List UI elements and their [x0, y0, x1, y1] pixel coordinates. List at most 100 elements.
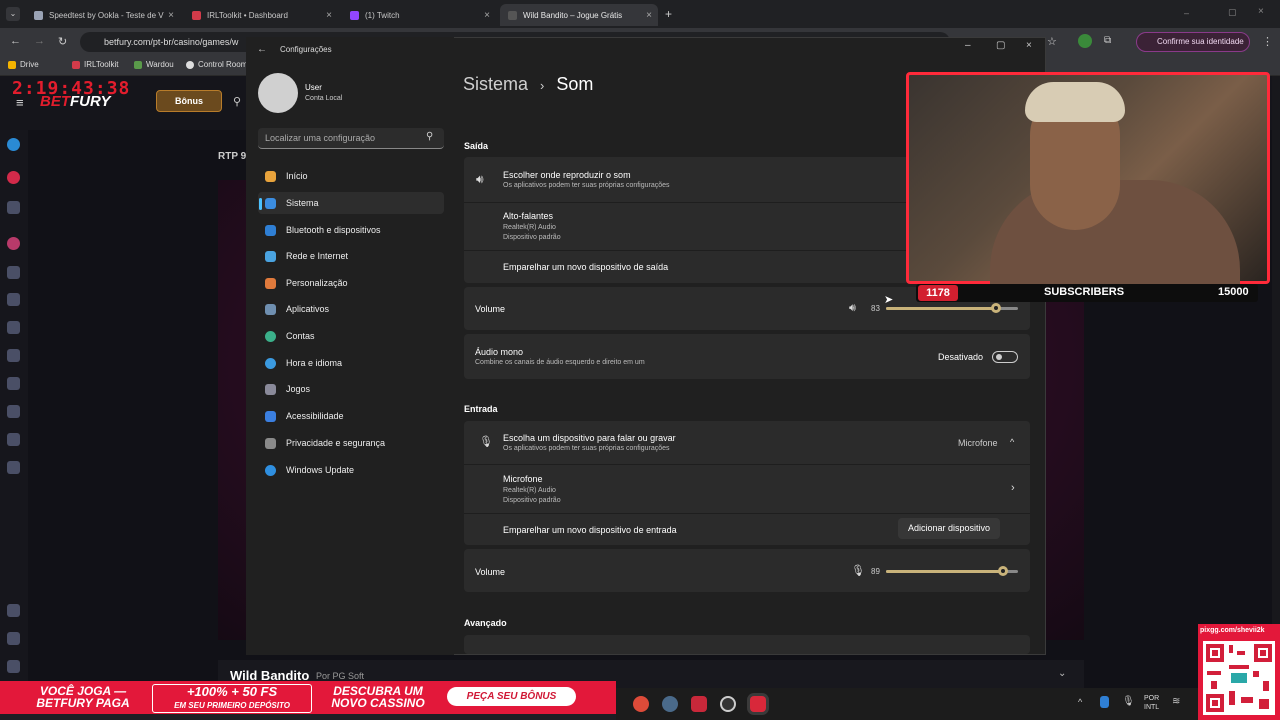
avatar[interactable] — [258, 73, 298, 113]
nav-item-aplicativos[interactable]: Aplicativos — [258, 298, 444, 320]
clipboard-icon[interactable] — [7, 433, 20, 446]
stats-icon[interactable] — [7, 377, 20, 390]
send-icon[interactable] — [7, 632, 20, 645]
maximize-button[interactable]: ▢ — [996, 40, 1005, 51]
input-choose-title[interactable]: Escolha um dispositivo para falar ou gra… — [503, 433, 676, 443]
puzzle-icon[interactable]: ⧉ — [1104, 35, 1111, 46]
users-icon[interactable] — [7, 321, 20, 334]
breadcrumb: Sistema › Som — [463, 74, 593, 95]
tab-irltoolkit[interactable]: IRLToolkit • Dashboard × — [184, 4, 338, 26]
tab-list-button[interactable]: ⌄ — [6, 7, 20, 21]
chrome-icon[interactable] — [633, 696, 649, 712]
nav-item-privacidade[interactable]: Privacidade e segurança — [258, 432, 444, 454]
output-volume-thumb[interactable] — [991, 303, 1001, 313]
close-button[interactable]: × — [1026, 40, 1032, 51]
output-device-name[interactable]: Alto-falantes — [503, 211, 553, 221]
app-icon-red-active[interactable] — [750, 696, 766, 712]
sidebar-icon-5[interactable] — [7, 266, 20, 279]
bookmark-drive[interactable]: Drive — [8, 60, 39, 69]
close-icon[interactable]: × — [168, 10, 174, 21]
nav-item-windows-update[interactable]: Windows Update — [258, 459, 444, 481]
page-scrollbar[interactable] — [1272, 76, 1280, 688]
output-volume-value: 83 — [871, 304, 880, 313]
obs-icon[interactable] — [720, 696, 736, 712]
minimize-button[interactable]: – — [965, 40, 971, 51]
nav-item-personalizacao[interactable]: Personalização — [258, 272, 444, 294]
nav-item-jogos[interactable]: Jogos — [258, 378, 444, 400]
live-icon[interactable] — [7, 171, 20, 184]
add-device-button[interactable]: Adicionar dispositivo — [898, 518, 1000, 539]
output-section-title: Saída — [464, 141, 489, 151]
microphone-tray-icon[interactable]: 🎙︎ — [1122, 696, 1135, 707]
nav-item-contas[interactable]: Contas — [258, 325, 444, 347]
settings-gear-icon[interactable] — [662, 696, 678, 712]
bluetooth-icon — [265, 224, 276, 236]
chevron-up-icon[interactable]: ^ — [1010, 437, 1014, 447]
tab-twitch[interactable]: (1) Twitch × — [342, 4, 496, 26]
tray-chevron-icon[interactable]: ^ — [1078, 697, 1082, 707]
mute-microphone-icon[interactable]: 🎙︎ — [851, 564, 865, 577]
reload-icon[interactable]: ↻ — [58, 35, 67, 48]
sports-icon[interactable] — [7, 201, 20, 214]
mono-audio-state: Desativado — [938, 352, 984, 362]
app-icon-red[interactable] — [691, 696, 707, 712]
confirm-identity-button[interactable]: Confirme sua identidade — [1136, 32, 1250, 52]
nav-item-hora[interactable]: Hora e idioma — [258, 352, 444, 374]
tab-wild-bandito[interactable]: Wild Bandito – Jogue Grátis × — [500, 4, 658, 26]
settings-search-input[interactable]: Localizar uma configuração — [258, 128, 444, 149]
tab-speedtest[interactable]: Speedtest by Ookla - Teste de V × — [26, 4, 180, 26]
keyboard-language[interactable]: POR INTL — [1144, 694, 1159, 712]
close-icon[interactable]: × — [326, 10, 332, 21]
doc-icon[interactable] — [7, 660, 20, 673]
mono-audio-subtitle: Combine os canais de áudio esquerdo e di… — [475, 359, 645, 366]
bookmark-control-room[interactable]: Control Room — [186, 60, 247, 69]
microphone-icon: 🎙︎ — [479, 436, 493, 448]
cube-icon[interactable] — [7, 405, 20, 418]
close-icon[interactable]: × — [484, 10, 490, 21]
menu-icon[interactable]: ⋮ — [1262, 35, 1273, 48]
nav-item-bluetooth[interactable]: Bluetooth e dispositivos — [258, 219, 444, 241]
mono-audio-toggle[interactable] — [992, 351, 1018, 363]
mute-speaker-icon[interactable]: 🔊︎ — [849, 302, 856, 315]
input-device-name[interactable]: Microfone — [503, 474, 543, 484]
casino-chip-icon[interactable] — [7, 237, 20, 250]
nav-item-rede[interactable]: Rede e Internet — [258, 245, 444, 267]
bookmark-irltoolkit[interactable]: IRLToolkit — [72, 60, 119, 69]
telegram-icon[interactable] — [7, 138, 20, 151]
nav-item-sistema[interactable]: Sistema — [258, 192, 444, 214]
maximize-browser-button[interactable]: ▢ — [1228, 7, 1237, 18]
bonus-button[interactable]: Bônus — [156, 90, 222, 112]
close-browser-button[interactable]: × — [1258, 6, 1264, 17]
stream-clock: 2:19:43:38 — [12, 78, 131, 99]
bookmark-star-icon[interactable]: ☆ — [1047, 35, 1057, 48]
extension-icon[interactable] — [1078, 34, 1092, 48]
gamepad-icon — [265, 383, 276, 395]
headset-icon[interactable] — [7, 461, 20, 474]
promo-bonus-button[interactable]: PEÇA SEU BÔNUS — [447, 687, 576, 706]
close-icon[interactable]: × — [646, 10, 652, 21]
wifi-tray-icon[interactable]: ≋ — [1172, 696, 1180, 707]
forward-icon[interactable]: → — [34, 35, 45, 47]
chevron-right-icon[interactable]: › — [1011, 482, 1015, 494]
pair-output-label[interactable]: Emparelhar um novo dispositivo de saída — [503, 262, 668, 272]
search-icon[interactable]: ⚲ — [233, 95, 241, 108]
input-volume-value: 89 — [871, 567, 880, 576]
breadcrumb-parent[interactable]: Sistema — [463, 74, 528, 94]
settings-back-icon[interactable]: ← — [257, 44, 267, 55]
output-choose-title[interactable]: Escolher onde reproduzir o som — [503, 170, 631, 180]
megaphone-icon[interactable] — [7, 293, 20, 306]
chevron-down-icon[interactable]: ⌄ — [1058, 668, 1066, 679]
settings-small-icon[interactable] — [7, 604, 20, 617]
back-icon[interactable]: ← — [10, 35, 21, 47]
minimize-browser-button[interactable]: – — [1184, 8, 1189, 18]
crown-icon[interactable] — [7, 349, 20, 362]
nav-item-inicio[interactable]: Início — [258, 165, 444, 187]
bluetooth-tray-icon[interactable] — [1100, 696, 1109, 708]
speaker-icon: 🔊︎ — [476, 172, 484, 186]
new-tab-button[interactable]: + — [665, 7, 672, 21]
input-volume-thumb[interactable] — [998, 566, 1008, 576]
input-selected-device[interactable]: Microfone — [958, 438, 998, 448]
nav-item-acessibilidade[interactable]: Acessibilidade — [258, 405, 444, 427]
bookmark-wardou[interactable]: Wardou — [134, 60, 174, 69]
drive-icon — [8, 60, 16, 69]
